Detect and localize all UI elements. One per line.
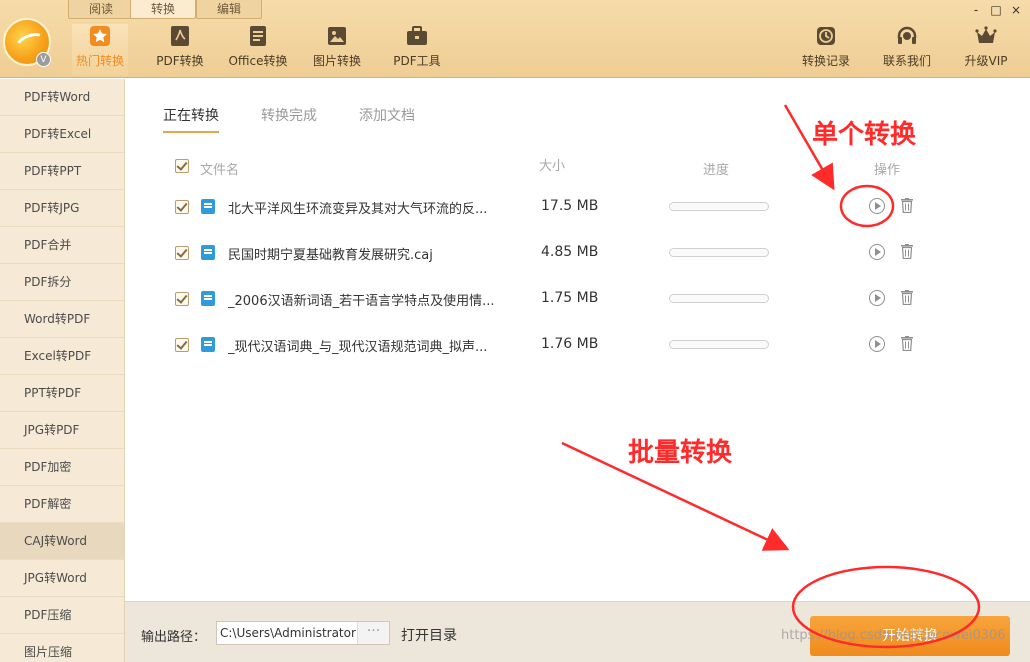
caj-file-icon xyxy=(201,337,215,352)
headset-icon xyxy=(897,26,917,44)
progress-bar xyxy=(669,202,769,211)
image-icon xyxy=(328,27,346,45)
annotation-single-convert: 单个转换 xyxy=(812,120,917,150)
progress-bar xyxy=(669,294,769,303)
bottom-bar: 输出路径： C:\Users\Administrator ··· 打开目录 开始… xyxy=(125,601,1030,662)
file-size: 1.76 MB xyxy=(541,336,599,352)
nav-office-convert[interactable]: Office转换 xyxy=(226,24,290,76)
header-progress: 进度 xyxy=(703,163,730,178)
play-icon[interactable] xyxy=(869,336,885,352)
table-header: 文件名 大小 进度 操作 xyxy=(125,159,1030,179)
star-icon xyxy=(90,26,110,46)
progress-bar xyxy=(669,248,769,257)
sidebar-item-pdf-to-ppt[interactable]: PDF转PPT xyxy=(0,153,124,190)
caj-file-icon xyxy=(201,245,215,260)
tab-add-document[interactable]: 添加文档 xyxy=(359,105,415,125)
app-header: V 阅读 转换 编辑 - □ × 热门转换 PDF转换 Office转换 图片转… xyxy=(0,0,1030,78)
browse-button[interactable]: ··· xyxy=(357,622,389,644)
annotation-batch-convert: 批量转换 xyxy=(628,438,733,468)
sidebar-item-jpg-to-pdf[interactable]: JPG转PDF xyxy=(0,412,124,449)
watermark-text: https://blog.csdn.net/cocowei0306 xyxy=(781,628,1006,643)
sidebar-item-pdf-merge[interactable]: PDF合并 xyxy=(0,227,124,264)
select-all-checkbox[interactable] xyxy=(175,159,189,173)
play-icon[interactable] xyxy=(869,198,885,214)
open-directory-button[interactable]: 打开目录 xyxy=(401,625,457,645)
crown-icon xyxy=(975,26,997,43)
file-name: _2006汉语新词语_若干语言学特点及使用情... xyxy=(228,294,495,309)
nav-hot-convert[interactable]: 热门转换 xyxy=(72,24,128,76)
file-size: 1.75 MB xyxy=(541,290,599,306)
trash-icon[interactable] xyxy=(901,198,913,213)
file-size: 17.5 MB xyxy=(541,198,599,214)
sidebar-item-jpg-to-word[interactable]: JPG转Word xyxy=(0,560,124,597)
file-name: 民国时期宁夏基础教育发展研究.caj xyxy=(228,248,433,263)
sidebar-item-pdf-encrypt[interactable]: PDF加密 xyxy=(0,449,124,486)
header-size: 大小 xyxy=(539,159,566,174)
nav-upgrade-vip[interactable]: 升级VIP xyxy=(958,24,1014,76)
sidebar-item-excel-to-pdf[interactable]: Excel转PDF xyxy=(0,338,124,375)
tab-read[interactable]: 阅读 xyxy=(68,0,135,19)
sidebar-item-ppt-to-pdf[interactable]: PPT转PDF xyxy=(0,375,124,412)
caj-file-icon xyxy=(201,199,215,214)
document-icon xyxy=(250,26,266,46)
sidebar-item-pdf-decrypt[interactable]: PDF解密 xyxy=(0,486,124,523)
tab-converting[interactable]: 正在转换 xyxy=(163,105,219,133)
play-icon[interactable] xyxy=(869,244,885,260)
nav-pdf-tools[interactable]: PDF工具 xyxy=(389,24,445,76)
header-action: 操作 xyxy=(874,163,901,178)
minimize-button[interactable]: - xyxy=(968,3,984,17)
row-checkbox[interactable] xyxy=(175,200,189,214)
main-panel: 正在转换 转换完成 添加文档 文件名 大小 进度 操作 北大平洋风生环流变异及其… xyxy=(125,79,1030,601)
tab-convert[interactable]: 转换 xyxy=(130,0,197,19)
file-name: _现代汉语词典_与_现代汉语规范词典_拟声... xyxy=(228,340,488,355)
sidebar-item-caj-to-word[interactable]: CAJ转Word xyxy=(0,523,124,560)
tab-completed[interactable]: 转换完成 xyxy=(261,105,317,125)
nav-convert-history[interactable]: 转换记录 xyxy=(798,24,854,76)
nav-contact-us[interactable]: 联系我们 xyxy=(879,24,935,76)
sidebar-item-pdf-split[interactable]: PDF拆分 xyxy=(0,264,124,301)
sidebar-item-pdf-compress[interactable]: PDF压缩 xyxy=(0,597,124,634)
maximize-button[interactable]: □ xyxy=(988,3,1004,17)
sidebar-item-word-to-pdf[interactable]: Word转PDF xyxy=(0,301,124,338)
table-row: _现代汉语词典_与_现代汉语规范词典_拟声... 1.76 MB xyxy=(125,323,1030,369)
clock-icon xyxy=(817,27,835,45)
table-row: _2006汉语新词语_若干语言学特点及使用情... 1.75 MB xyxy=(125,277,1030,323)
vip-badge-icon: V xyxy=(36,52,51,67)
progress-bar xyxy=(669,340,769,349)
tab-edit[interactable]: 编辑 xyxy=(196,0,263,19)
nav-image-convert[interactable]: 图片转换 xyxy=(309,24,365,76)
caj-file-icon xyxy=(201,291,215,306)
sidebar-item-pdf-to-word[interactable]: PDF转Word xyxy=(0,79,124,116)
row-checkbox[interactable] xyxy=(175,246,189,260)
header-filename: 文件名 xyxy=(200,163,240,178)
table-row: 民国时期宁夏基础教育发展研究.caj 4.85 MB xyxy=(125,231,1030,277)
close-button[interactable]: × xyxy=(1008,3,1024,17)
file-name: 北大平洋风生环流变异及其对大气环流的反... xyxy=(228,202,488,217)
sidebar-item-pdf-to-jpg[interactable]: PDF转JPG xyxy=(0,190,124,227)
toolbox-icon xyxy=(407,26,427,45)
row-checkbox[interactable] xyxy=(175,338,189,352)
play-icon[interactable] xyxy=(869,290,885,306)
file-size: 4.85 MB xyxy=(541,244,599,260)
table-row: 北大平洋风生环流变异及其对大气环流的反... 17.5 MB xyxy=(125,185,1030,231)
trash-icon[interactable] xyxy=(901,244,913,259)
trash-icon[interactable] xyxy=(901,336,913,351)
trash-icon[interactable] xyxy=(901,290,913,305)
row-checkbox[interactable] xyxy=(175,292,189,306)
sidebar-item-pdf-to-excel[interactable]: PDF转Excel xyxy=(0,116,124,153)
nav-pdf-convert[interactable]: PDF转换 xyxy=(152,24,208,76)
pdf-icon xyxy=(171,26,189,46)
sidebar-item-image-compress[interactable]: 图片压缩 xyxy=(0,634,124,662)
output-path-label: 输出路径： xyxy=(141,630,207,645)
sidebar: PDF转Word PDF转Excel PDF转PPT PDF转JPG PDF合并… xyxy=(0,79,125,662)
